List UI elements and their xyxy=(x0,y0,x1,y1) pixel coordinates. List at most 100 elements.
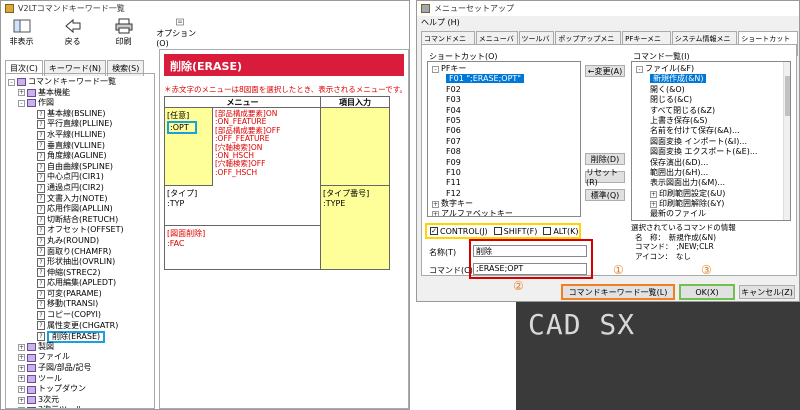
list-item[interactable]: F12 xyxy=(428,189,580,199)
list-item[interactable]: 表示図面出力(&M)... xyxy=(632,178,790,188)
list-item[interactable]: 図面変換 インポート(&I)... xyxy=(632,137,790,147)
list-item[interactable]: F02 xyxy=(428,85,580,95)
tree-item[interactable]: + ツール xyxy=(6,374,154,385)
tree-item[interactable]: - コマンドキーワード一覧 xyxy=(6,77,154,88)
expand-icon[interactable]: + xyxy=(650,201,657,209)
options-button[interactable]: オプション(O) xyxy=(156,18,203,48)
expand-icon[interactable]: + xyxy=(18,89,25,97)
name-field[interactable]: 削除 xyxy=(473,245,587,257)
expand-icon[interactable]: + xyxy=(18,364,25,372)
tree-item[interactable]: +3次元 xyxy=(6,395,154,406)
list-item[interactable]: 閉じる(&C) xyxy=(632,95,790,105)
command-tree[interactable]: - ファイル(&F) 新規作成(&N) 開く(&O) 閉じる(&C) すべて閉じる(&Z)… xyxy=(631,61,791,221)
control-checkbox[interactable]: ✓ CONTROL(J) xyxy=(430,227,488,236)
list-item[interactable]: F03 xyxy=(428,95,580,105)
expand-icon[interactable]: + xyxy=(432,201,439,209)
tree-item[interactable]: ? 平行直線(PLLINE) xyxy=(6,119,154,130)
expand-icon[interactable]: + xyxy=(650,190,657,198)
tree-item[interactable]: ? 丸み(ROUND) xyxy=(6,236,154,247)
print-button[interactable]: 印刷 xyxy=(105,18,142,48)
expand-icon[interactable]: + xyxy=(18,386,25,394)
tree-item[interactable]: + 子図/部品/記号 xyxy=(6,363,154,374)
command-field[interactable]: ;ERASE;OPT xyxy=(473,263,587,275)
list-item[interactable]: + 印刷範囲解除(&Y) xyxy=(632,199,790,209)
list-item[interactable]: F01 ";ERASE;OPT" xyxy=(428,74,580,84)
tree-item[interactable]: ? 基本線(BSLINE) xyxy=(6,109,154,120)
list-item[interactable]: 最新のファイル xyxy=(632,209,790,219)
list-item[interactable]: F10 xyxy=(428,168,580,178)
tree-item[interactable]: ? 中心点円(CIR1) xyxy=(6,172,154,183)
expand-icon[interactable]: + xyxy=(432,211,439,216)
list-item[interactable]: F04 xyxy=(428,106,580,116)
tree-item[interactable]: ? 水平線(HLLINE) xyxy=(6,130,154,141)
cancel-button[interactable]: キャンセル(Z) xyxy=(739,285,795,299)
collapse-icon[interactable]: - xyxy=(18,99,25,107)
tree-item[interactable]: ? 切断結合(RETUCH) xyxy=(6,215,154,226)
list-item[interactable]: F07 xyxy=(428,137,580,147)
tree-item[interactable]: ? 面取り(CHAMFR) xyxy=(6,247,154,258)
list-item[interactable]: F08 xyxy=(428,147,580,157)
expand-icon[interactable]: + xyxy=(18,354,25,362)
tree-item[interactable]: ? 通過点円(CIR2) xyxy=(6,183,154,194)
command-tree-scrollbar[interactable] xyxy=(783,62,790,220)
expand-icon[interactable]: + xyxy=(18,375,25,383)
change-button[interactable]: ←変更(A) xyxy=(585,65,625,77)
tree-item[interactable]: ? 文書入力(NOTE) xyxy=(6,194,154,205)
list-item[interactable]: - PFキー xyxy=(428,64,580,74)
tree-item[interactable]: ? 移動(TRANSI) xyxy=(6,299,154,310)
tree-item[interactable]: ? オフセット(OFFSET) xyxy=(6,225,154,236)
expand-icon[interactable]: + xyxy=(18,343,25,351)
alt-checkbox[interactable]: ALT(K) xyxy=(543,227,579,236)
list-item[interactable]: - ファイル(&F) xyxy=(632,64,790,74)
shortcut-tree[interactable]: - PFキー F01 ";ERASE;OPT" F02 F03 F04 F05 F06 F07 F… xyxy=(427,61,581,217)
tree-item[interactable]: - 作図 xyxy=(6,98,154,109)
collapse-icon[interactable]: - xyxy=(432,66,439,73)
tree-item[interactable]: ? 形状抽出(OVRLIN) xyxy=(6,257,154,268)
tree-item[interactable]: + 基本機能 xyxy=(6,88,154,99)
collapse-icon[interactable]: - xyxy=(8,78,15,86)
tree-item[interactable]: ? 伸縮(STREC2) xyxy=(6,268,154,279)
list-item[interactable]: F09 xyxy=(428,158,580,168)
list-item[interactable]: すべて閉じる(&Z) xyxy=(632,106,790,116)
list-item[interactable]: F11 xyxy=(428,178,580,188)
hide-button[interactable]: 非表示 xyxy=(3,18,40,48)
tree-item[interactable]: +3次元ツール xyxy=(6,405,154,408)
list-item[interactable]: 上書き保存(&S) xyxy=(632,116,790,126)
ok-button[interactable]: OK(X) xyxy=(679,284,735,300)
reset-button[interactable]: リセット(R) xyxy=(585,168,625,187)
expand-icon[interactable]: + xyxy=(18,407,25,408)
expand-icon[interactable]: + xyxy=(18,396,25,404)
shift-checkbox[interactable]: SHIFT(F) xyxy=(493,227,537,236)
back-button[interactable]: 戻る xyxy=(54,18,91,48)
tree-item[interactable]: ? 応用作図(APLLIN) xyxy=(6,204,154,215)
list-item[interactable]: 名前を付けて保存(&A)... xyxy=(632,126,790,136)
list-item[interactable]: 新規作成(&N) xyxy=(632,74,790,84)
list-item[interactable]: 範囲出力(&H)... xyxy=(632,168,790,178)
list-item[interactable]: F06 xyxy=(428,126,580,136)
tree-item[interactable]: ? 応用編集(APLEDT) xyxy=(6,278,154,289)
list-item[interactable]: 保存演出(&D)... xyxy=(632,158,790,168)
tree-item[interactable]: ? 削除(ERASE) xyxy=(6,330,154,343)
delete-button[interactable]: 削除(D) xyxy=(585,153,625,165)
list-item[interactable]: + 数字キー xyxy=(428,199,580,209)
list-item[interactable]: + アルファベットキー xyxy=(428,209,580,216)
list-item[interactable]: 開く(&O) xyxy=(632,85,790,95)
list-item[interactable]: 終了(&X) xyxy=(632,220,790,221)
scroll-thumb[interactable] xyxy=(785,76,790,116)
dialog-menubar[interactable]: ヘルプ (H) xyxy=(421,17,460,28)
tree-item[interactable]: ? 自由曲線(SPLINE) xyxy=(6,162,154,173)
collapse-icon[interactable]: - xyxy=(636,66,643,73)
tree-item[interactable]: ? 可変(PARAME) xyxy=(6,289,154,300)
tree-item[interactable]: ? コピー(COPYI) xyxy=(6,310,154,321)
tree-item[interactable]: + 製図 xyxy=(6,342,154,353)
tree-item[interactable]: + トップダウン xyxy=(6,384,154,395)
tree-item[interactable]: ? 角度線(AGLINE) xyxy=(6,151,154,162)
dialog-titlebar: メニューセットアップ xyxy=(417,1,799,16)
list-item[interactable]: F05 xyxy=(428,116,580,126)
command-keyword-list-button[interactable]: コマンドキーワード一覧(L) xyxy=(561,284,675,300)
standard-button[interactable]: 標準(Q) xyxy=(585,189,625,201)
tree-item[interactable]: ? 垂直線(VLLINE) xyxy=(6,141,154,152)
list-item[interactable]: + 印刷範囲設定(&U) xyxy=(632,189,790,199)
list-item[interactable]: 図面変換 エクスポート(&E)... xyxy=(632,147,790,157)
tree-item[interactable]: + ファイル xyxy=(6,352,154,363)
